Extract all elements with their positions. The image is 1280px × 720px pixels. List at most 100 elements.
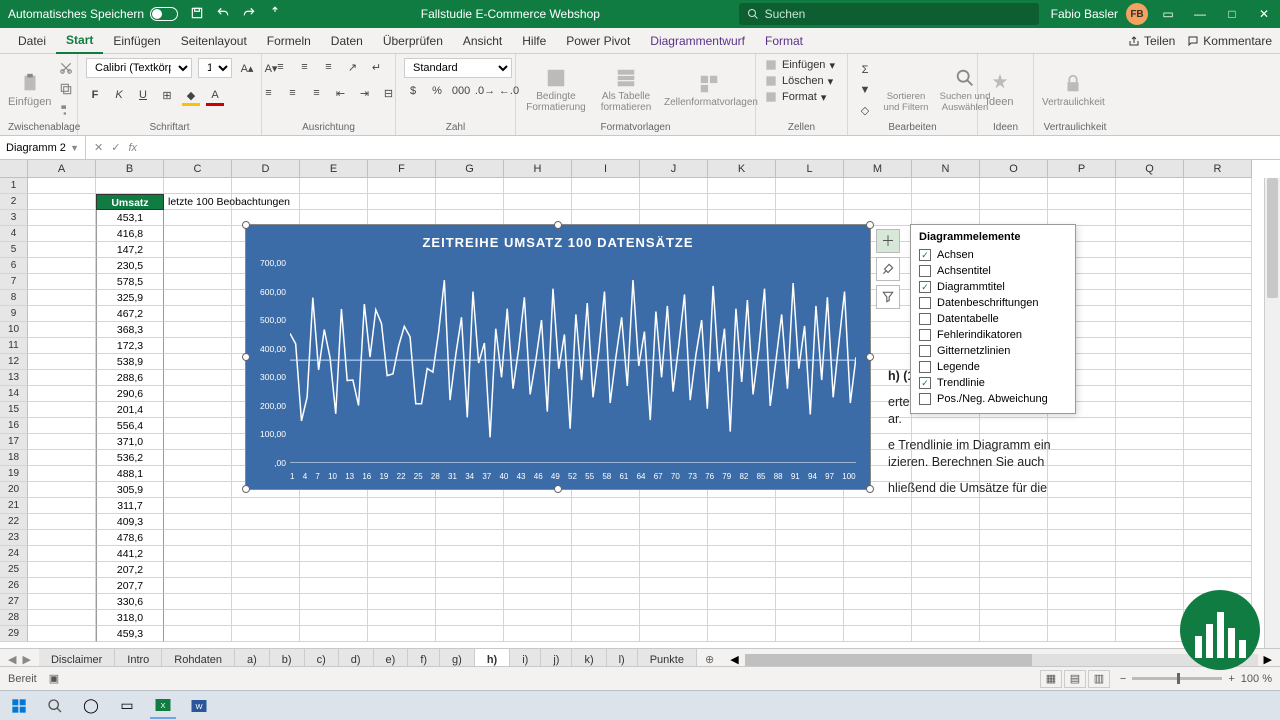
column-header[interactable]: N — [912, 160, 980, 178]
flyout-item[interactable]: Pos./Neg. Abweichung — [919, 391, 1067, 407]
flyout-item[interactable]: Datenbeschriftungen — [919, 295, 1067, 311]
cell[interactable] — [708, 626, 776, 642]
cell[interactable] — [436, 594, 504, 610]
cell[interactable] — [300, 530, 368, 546]
cell[interactable] — [300, 610, 368, 626]
cell[interactable] — [572, 562, 640, 578]
cell[interactable] — [164, 258, 232, 274]
cell[interactable] — [164, 418, 232, 434]
cell[interactable] — [844, 178, 912, 194]
cell[interactable] — [28, 226, 96, 242]
cell[interactable] — [1048, 514, 1116, 530]
cell[interactable] — [844, 626, 912, 642]
resize-handle[interactable] — [866, 221, 874, 229]
cell[interactable] — [300, 178, 368, 194]
cell[interactable] — [844, 578, 912, 594]
cell[interactable]: 368,3 — [96, 322, 164, 338]
cell[interactable]: 288,6 — [96, 370, 164, 386]
cell[interactable] — [980, 514, 1048, 530]
cells-insert-button[interactable]: Einfügen ▾ — [764, 58, 835, 72]
cell[interactable] — [1184, 306, 1252, 322]
cell[interactable] — [28, 242, 96, 258]
comma-icon[interactable]: 000 — [452, 82, 470, 100]
cell[interactable]: 330,6 — [96, 594, 164, 610]
cell[interactable] — [1184, 546, 1252, 562]
cell[interactable]: 371,0 — [96, 434, 164, 450]
cell[interactable] — [504, 530, 572, 546]
zoom-control[interactable]: − + 100 % — [1120, 673, 1272, 685]
cell[interactable] — [980, 530, 1048, 546]
cell[interactable] — [504, 546, 572, 562]
row-header[interactable]: 28 — [0, 610, 28, 626]
cell[interactable] — [164, 402, 232, 418]
cell[interactable] — [28, 290, 96, 306]
row-header[interactable]: 4 — [0, 226, 28, 242]
align-top-icon[interactable]: ≡ — [272, 58, 290, 76]
cell[interactable] — [300, 514, 368, 530]
checkbox[interactable] — [919, 329, 931, 341]
cell[interactable]: 207,2 — [96, 562, 164, 578]
cell[interactable] — [844, 594, 912, 610]
cell[interactable] — [28, 354, 96, 370]
cell[interactable] — [232, 194, 300, 210]
cell[interactable] — [28, 418, 96, 434]
cell[interactable] — [776, 626, 844, 642]
cell[interactable]: 467,2 — [96, 306, 164, 322]
cell[interactable] — [1116, 338, 1184, 354]
cell[interactable] — [1116, 322, 1184, 338]
sort-filter-button[interactable]: Sortieren und Filtern — [882, 67, 930, 113]
scroll-left-icon[interactable]: ◀ — [730, 653, 738, 666]
row-header[interactable]: 29 — [0, 626, 28, 642]
cell[interactable] — [912, 530, 980, 546]
cell[interactable] — [844, 530, 912, 546]
cell[interactable] — [708, 594, 776, 610]
percent-icon[interactable]: % — [428, 82, 446, 100]
add-sheet-button[interactable]: ⊕ — [697, 653, 722, 666]
cell[interactable] — [708, 578, 776, 594]
checkbox[interactable] — [919, 265, 931, 277]
cell[interactable] — [436, 546, 504, 562]
row-header[interactable]: 2 — [0, 194, 28, 210]
cell[interactable]: 230,5 — [96, 258, 164, 274]
flyout-item[interactable]: Fehlerindikatoren — [919, 327, 1067, 343]
resize-handle[interactable] — [554, 485, 562, 493]
cell[interactable] — [1048, 562, 1116, 578]
cell[interactable] — [640, 178, 708, 194]
column-header[interactable]: L — [776, 160, 844, 178]
conditional-formatting-button[interactable]: Bedingte Formatierung — [524, 67, 588, 113]
redo-icon[interactable] — [242, 6, 256, 23]
resize-handle[interactable] — [242, 221, 250, 229]
cell[interactable] — [368, 194, 436, 210]
chart-plot-area[interactable] — [290, 263, 856, 463]
cell[interactable] — [164, 290, 232, 306]
column-header[interactable]: I — [572, 160, 640, 178]
merge-icon[interactable]: ⊟ — [380, 84, 398, 102]
cell[interactable] — [708, 514, 776, 530]
undo-icon[interactable] — [216, 6, 230, 23]
cell[interactable] — [980, 562, 1048, 578]
cell[interactable] — [1116, 194, 1184, 210]
vertical-scrollbar[interactable] — [1264, 178, 1280, 650]
chart-elements-button[interactable]: ＋ — [876, 229, 900, 253]
cell[interactable] — [708, 610, 776, 626]
italic-button[interactable]: K — [110, 86, 128, 104]
cell[interactable] — [164, 626, 232, 642]
column-header[interactable]: C — [164, 160, 232, 178]
resize-handle[interactable] — [866, 353, 874, 361]
cell[interactable] — [640, 626, 708, 642]
cell[interactable] — [436, 498, 504, 514]
cell[interactable]: 305,9 — [96, 482, 164, 498]
cell[interactable] — [28, 594, 96, 610]
vertraulichkeit-button[interactable]: Vertraulichkeit — [1042, 73, 1105, 108]
cell[interactable] — [164, 514, 232, 530]
cell[interactable]: letzte 100 Beobachtungen — [164, 194, 232, 210]
cell[interactable] — [1048, 546, 1116, 562]
select-all-corner[interactable] — [0, 160, 28, 178]
resize-handle[interactable] — [242, 353, 250, 361]
sheet-next-icon[interactable]: ▶ — [22, 653, 30, 666]
tab-hilfe[interactable]: Hilfe — [512, 28, 556, 54]
cell[interactable] — [980, 546, 1048, 562]
cell[interactable] — [912, 514, 980, 530]
row-header[interactable]: 7 — [0, 274, 28, 290]
cut-icon[interactable] — [59, 61, 73, 78]
